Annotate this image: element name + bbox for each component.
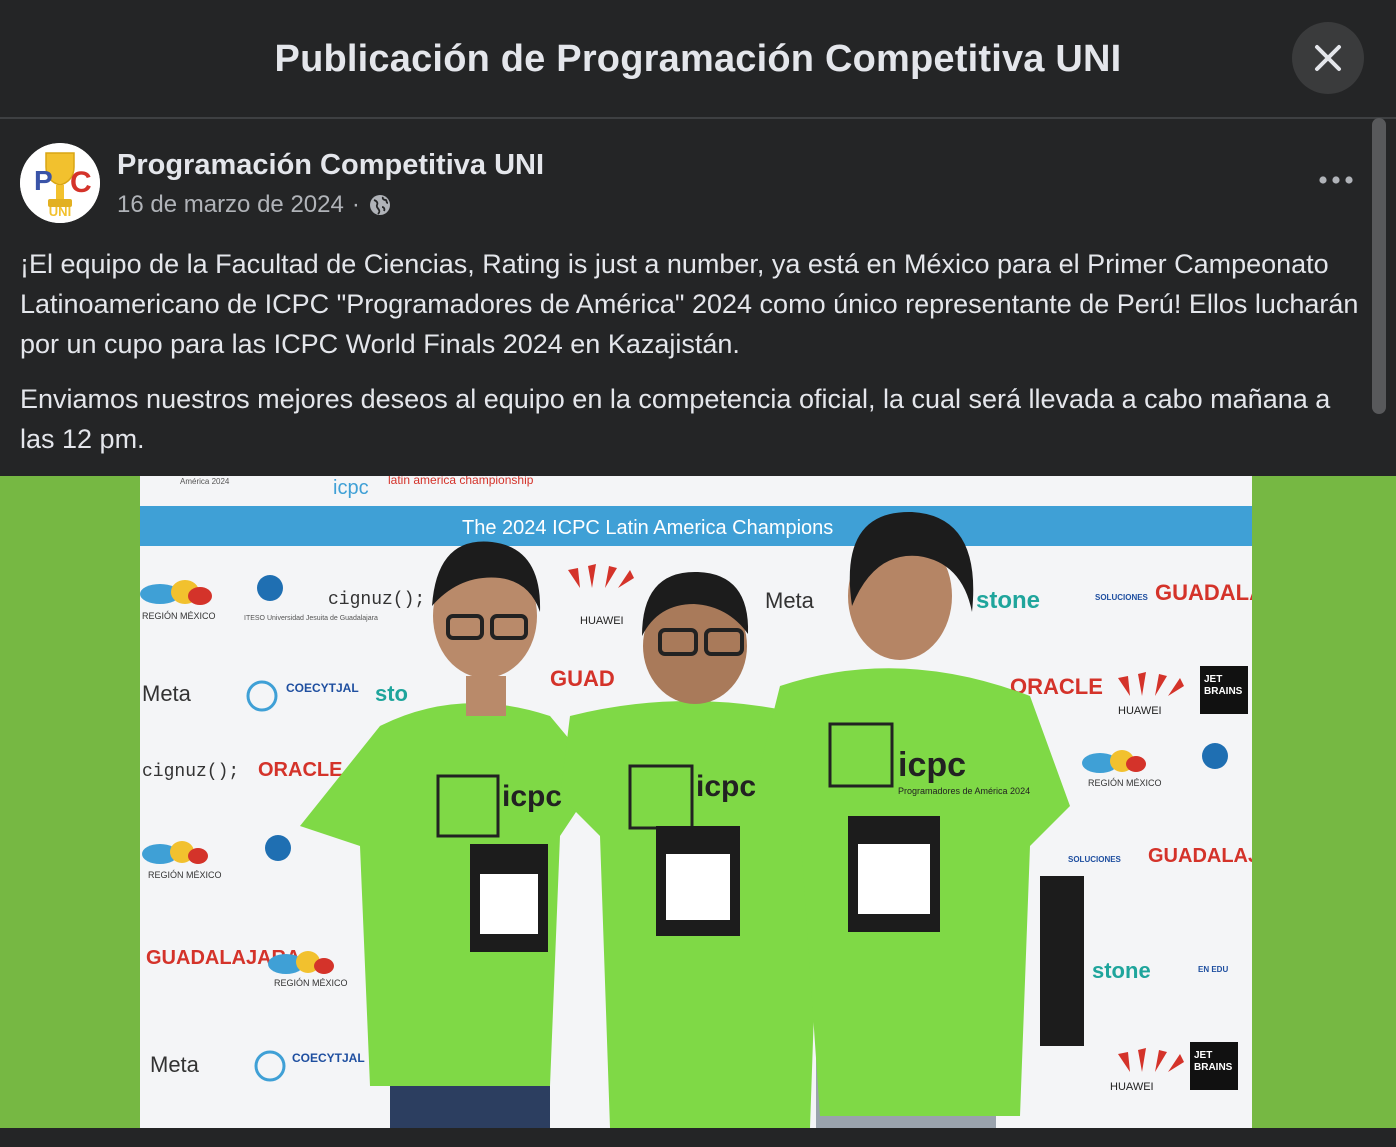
svg-text:REGIÓN MÉXICO: REGIÓN MÉXICO [142,611,216,621]
svg-text:SOLUCIONES: SOLUCIONES [1095,593,1149,602]
post-message: ¡El equipo de la Facultad de Ciencias, R… [20,244,1370,474]
svg-text:cignuz();: cignuz(); [328,590,425,610]
more-horizontal-icon [1319,176,1353,184]
svg-text:Meta: Meta [142,681,192,706]
svg-text:UNI: UNI [49,204,71,219]
post-header: P C UNI Programación Competitiva UNI 16 … [20,143,1360,223]
avatar[interactable]: P C UNI [20,143,100,223]
svg-text:GUADALAJARA: GUADALAJARA [1155,580,1252,605]
svg-text:cignuz();: cignuz(); [142,762,239,782]
close-button[interactable] [1292,22,1364,94]
dialog-title: Publicación de Programación Competitiva … [274,38,1122,80]
svg-text:ORACLE: ORACLE [258,759,342,781]
svg-text:GUADALAJARA: GUADALAJARA [1148,845,1252,867]
svg-text:COECYTJAL: COECYTJAL [286,681,359,695]
svg-text:JET: JET [1204,674,1222,685]
svg-text:GUAD: GUAD [550,666,615,691]
svg-text:JET: JET [1194,1050,1212,1061]
svg-text:Meta: Meta [150,1052,200,1077]
svg-text:EN EDU: EN EDU [1198,965,1228,974]
svg-text:icpc: icpc [333,477,369,499]
svg-text:REGIÓN MÉXICO: REGIÓN MÉXICO [274,978,348,988]
svg-text:The 2024 ICPC Latin America Ch: The 2024 ICPC Latin America Champions [462,517,833,539]
scrollbar-thumb[interactable] [1372,118,1386,414]
svg-text:stone: stone [1092,958,1151,983]
post-photo[interactable]: América 2024 icpc latin america champion… [140,476,1252,1128]
svg-text:icpc: icpc [502,780,562,813]
svg-text:Programadores de América 2024: Programadores de América 2024 [898,786,1030,796]
svg-text:Meta: Meta [765,588,815,613]
svg-text:icpc: icpc [898,746,966,784]
dialog-header: Publicación de Programación Competitiva … [0,0,1396,119]
svg-text:HUAWEI: HUAWEI [580,615,624,627]
svg-text:COECYTJAL: COECYTJAL [292,1051,365,1065]
svg-text:latin america championship: latin america championship [388,476,534,487]
more-options-button[interactable] [1316,163,1356,197]
post-paragraph: ¡El equipo de la Facultad de Ciencias, R… [20,249,1359,359]
close-icon [1315,45,1341,71]
bottom-bar [0,1128,1396,1147]
meta-separator: · [351,191,360,218]
globe-icon[interactable] [368,193,392,217]
svg-text:HUAWEI: HUAWEI [1118,705,1162,717]
photo-container: América 2024 icpc latin america champion… [0,476,1396,1128]
team-photo-illustration: América 2024 icpc latin america champion… [140,476,1252,1128]
post-meta: 16 de marzo de 2024 · [117,191,392,219]
svg-text:stone: stone [976,587,1040,614]
svg-text:REGIÓN MÉXICO: REGIÓN MÉXICO [148,870,222,880]
svg-text:América 2024: América 2024 [180,477,230,486]
svg-text:sto: sto [375,681,408,706]
svg-text:ITESO Universidad Jesuita de G: ITESO Universidad Jesuita de Guadalajara [244,615,378,622]
post-paragraph: Enviamos nuestros mejores deseos al equi… [20,384,1331,454]
svg-text:SOLUCIONES: SOLUCIONES [1068,855,1122,864]
page-name-link[interactable]: Programación Competitiva UNI [117,149,544,182]
svg-text:BRAINS: BRAINS [1194,1062,1233,1073]
svg-text:BRAINS: BRAINS [1204,686,1243,697]
svg-text:HUAWEI: HUAWEI [1110,1081,1154,1093]
post-date-link[interactable]: 16 de marzo de 2024 [117,191,344,219]
svg-text:P: P [34,165,53,196]
svg-text:C: C [70,166,92,199]
svg-text:icpc: icpc [696,770,756,803]
page-logo-icon: P C UNI [20,143,100,223]
svg-text:REGIÓN MÉXICO: REGIÓN MÉXICO [1088,778,1162,788]
